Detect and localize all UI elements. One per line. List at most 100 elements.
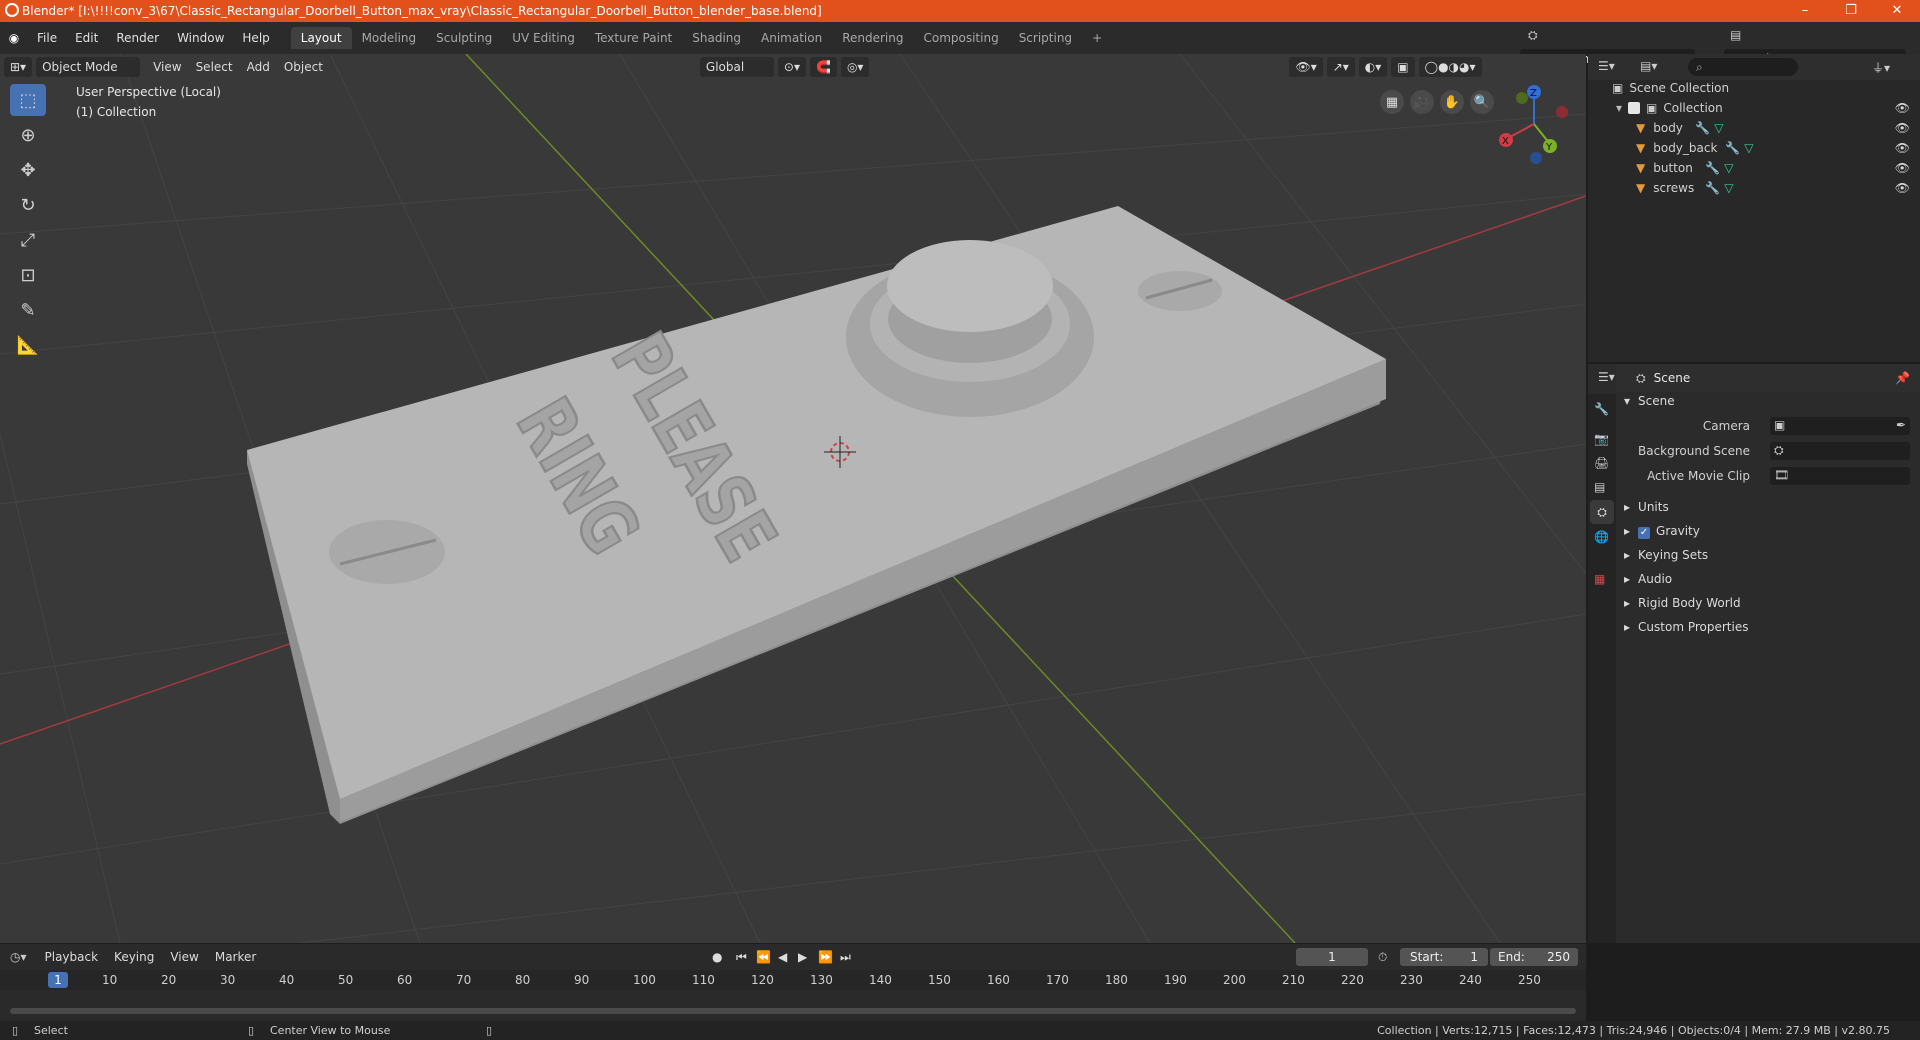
render-tab-icon[interactable]: 📷 xyxy=(1594,432,1609,446)
tab-modeling[interactable]: Modeling xyxy=(352,27,427,49)
next-keyframe-icon[interactable]: ⏩ xyxy=(818,950,833,964)
eye-icon[interactable]: 👁 xyxy=(1895,178,1910,198)
tab-compositing[interactable]: Compositing xyxy=(913,27,1008,49)
start-frame-field[interactable]: Start: 1 xyxy=(1400,948,1488,966)
eye-icon[interactable]: 👁 xyxy=(1895,138,1910,158)
current-frame-field[interactable]: 1 xyxy=(1296,948,1368,966)
timeline-menu-keying[interactable]: Keying xyxy=(106,950,162,964)
annotate-icon[interactable]: ✎ xyxy=(10,294,46,326)
world-tab-icon[interactable]: 🌐 xyxy=(1594,530,1609,544)
outliner-row-screws[interactable]: ▼ screws 🔧 ▽ 👁 xyxy=(1588,178,1920,198)
display-mode-icon[interactable]: ▤▾ xyxy=(1640,59,1657,73)
move-icon[interactable]: ✥ xyxy=(10,154,46,186)
viewport-scene[interactable]: PLEASE RING Z Y X xyxy=(0,54,1586,943)
jump-end-icon[interactable]: ⏭ xyxy=(840,950,851,965)
tab-scripting[interactable]: Scripting xyxy=(1009,27,1082,49)
panel-keying-sets[interactable]: ▸ Keying Sets xyxy=(1624,548,1708,562)
tool-tab-icon[interactable]: 🔧 xyxy=(1594,402,1609,416)
scale-icon[interactable]: ⤢ xyxy=(10,224,46,256)
outliner-editor-icon[interactable]: ☰▾ xyxy=(1598,59,1615,73)
3d-viewport[interactable]: PLEASE RING Z Y X ⊞▾ Object Mode View Se… xyxy=(0,54,1586,943)
outliner-row-scene-collection[interactable]: ▣ Scene Collection xyxy=(1588,78,1920,98)
gravity-checkbox[interactable]: ✓ xyxy=(1638,527,1651,539)
filter-icon[interactable]: ⏚▾ xyxy=(1872,59,1890,76)
menu-file[interactable]: File xyxy=(28,28,66,48)
eye-icon[interactable]: 👁 xyxy=(1895,118,1910,138)
scene-section-header[interactable]: ▾ Scene xyxy=(1624,394,1675,408)
tab-shading[interactable]: Shading xyxy=(682,27,751,49)
panel-units[interactable]: ▸ Units xyxy=(1624,500,1669,514)
xray-icon[interactable]: ▣ xyxy=(1391,57,1415,77)
viewport-menu-view[interactable]: View xyxy=(146,60,188,74)
timeline-menu-playback[interactable]: Playback xyxy=(37,950,107,964)
timeline-menu-marker[interactable]: Marker xyxy=(207,950,264,964)
blender-menu-icon[interactable]: ◉ xyxy=(0,31,28,45)
panel-custom-properties[interactable]: ▸ Custom Properties xyxy=(1624,620,1748,634)
tab-sculpting[interactable]: Sculpting xyxy=(426,27,502,49)
play-reverse-icon[interactable]: ◀ xyxy=(778,950,787,964)
panel-gravity[interactable]: ▸ ✓ Gravity xyxy=(1624,524,1700,539)
prev-keyframe-icon[interactable]: ⏪ xyxy=(756,950,771,964)
tab-layout[interactable]: Layout xyxy=(290,27,352,49)
gizmo-toggle-icon[interactable]: ↗▾ xyxy=(1326,57,1355,77)
jump-start-icon[interactable]: ⏮ xyxy=(736,950,747,965)
proportional-edit-icon[interactable]: ◎▾ xyxy=(840,57,870,77)
active-movie-clip-field[interactable]: 🎞 xyxy=(1770,467,1910,485)
pivot-icon[interactable]: ⊙▾ xyxy=(777,57,806,77)
camera-view-icon[interactable]: 🎥 xyxy=(1410,90,1434,114)
record-icon[interactable]: ● xyxy=(712,950,722,964)
rotate-icon[interactable]: ↻ xyxy=(10,189,46,221)
visibility-icon[interactable]: 👁▾ xyxy=(1289,57,1323,77)
outliner-row-collection[interactable]: ▾ ▣ Collection 👁 xyxy=(1588,98,1920,118)
tab-rendering[interactable]: Rendering xyxy=(832,27,913,49)
menu-help[interactable]: Help xyxy=(233,28,278,48)
timeline-editor-icon[interactable]: ◷▾ xyxy=(10,950,27,964)
maximize-button[interactable]: ❐ xyxy=(1828,0,1874,22)
play-icon[interactable]: ▶ xyxy=(798,950,807,964)
measure-icon[interactable]: 📐 xyxy=(10,329,46,361)
eye-icon[interactable]: 👁 xyxy=(1895,158,1910,178)
panel-audio[interactable]: ▸ Audio xyxy=(1624,572,1672,586)
minimize-button[interactable]: – xyxy=(1782,0,1828,22)
snap-icon[interactable]: 🧲 xyxy=(810,57,837,77)
frame-ruler[interactable]: 1 10 20 30 40 50 60 70 80 90 100 110 120 130 140 150 16… xyxy=(0,970,1586,990)
scene-tab-icon[interactable]: ⛭ xyxy=(1590,500,1614,524)
transform-icon[interactable]: ⊡ xyxy=(10,259,46,291)
view-layer-tab-icon[interactable]: ▤ xyxy=(1594,480,1605,494)
add-workspace-icon[interactable]: + xyxy=(1082,27,1112,49)
toggle-grid-icon[interactable]: ▦ xyxy=(1380,90,1404,114)
output-tab-icon[interactable]: 🖨 xyxy=(1594,456,1609,470)
viewport-menu-select[interactable]: Select xyxy=(189,60,240,74)
outliner-row-body-back[interactable]: ▼ body_back 🔧 ▽ 👁 xyxy=(1588,138,1920,158)
eye-icon[interactable]: 👁 xyxy=(1895,98,1910,118)
viewport-menu-add[interactable]: Add xyxy=(240,60,277,74)
cursor-icon[interactable]: ⊕ xyxy=(10,119,46,151)
camera-field[interactable]: ▣ ✒ xyxy=(1770,417,1910,435)
collection-checkbox[interactable] xyxy=(1628,102,1641,114)
current-frame-indicator[interactable]: 1 xyxy=(48,972,68,988)
select-box-icon[interactable]: ⬚ xyxy=(10,84,46,116)
eyedropper-icon[interactable]: ✒ xyxy=(1896,418,1906,432)
background-scene-field[interactable]: ⛭ xyxy=(1770,442,1910,460)
end-frame-field[interactable]: End: 250 xyxy=(1490,948,1578,966)
editor-type-icon[interactable]: ⊞▾ xyxy=(4,57,33,77)
outliner-row-body[interactable]: ▼ body 🔧 ▽ 👁 xyxy=(1588,118,1920,138)
tab-uv-editing[interactable]: UV Editing xyxy=(502,27,585,49)
close-button[interactable]: ✕ xyxy=(1874,0,1920,22)
viewport-menu-object[interactable]: Object xyxy=(277,60,330,74)
mode-dropdown[interactable]: Object Mode xyxy=(36,57,141,77)
timeline-menu-view[interactable]: View xyxy=(162,950,206,964)
scene-icon[interactable]: ⛭ xyxy=(1528,28,1538,43)
menu-edit[interactable]: Edit xyxy=(66,28,107,48)
view-layer-icon[interactable]: ▤ xyxy=(1730,28,1741,42)
shading-mode-icons[interactable]: ◯●◑◕▾ xyxy=(1418,57,1482,77)
outliner-row-button[interactable]: ▼ button 🔧 ▽ 👁 xyxy=(1588,158,1920,178)
expand-arrow-icon[interactable]: ▾ xyxy=(1616,98,1622,118)
transform-orientation-dropdown[interactable]: Global xyxy=(699,57,774,77)
pin-icon[interactable]: 📌 xyxy=(1895,371,1910,385)
menu-window[interactable]: Window xyxy=(168,28,233,48)
panel-rigid-body-world[interactable]: ▸ Rigid Body World xyxy=(1624,596,1741,610)
tab-animation[interactable]: Animation xyxy=(751,27,832,49)
timeline-scrollbar[interactable] xyxy=(10,1008,1576,1014)
pan-hand-icon[interactable]: ✋ xyxy=(1440,90,1464,114)
